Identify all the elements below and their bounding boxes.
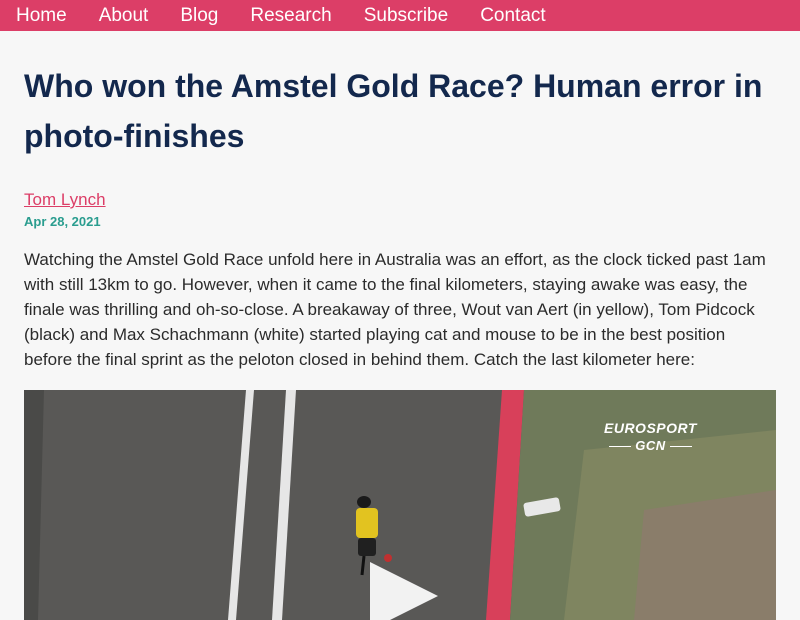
- top-navigation: Home About Blog Research Subscribe Conta…: [0, 0, 800, 31]
- video-player[interactable]: EUROSPORT GCN: [24, 390, 776, 620]
- author-link[interactable]: Tom Lynch: [24, 190, 106, 210]
- nav-subscribe-link[interactable]: Subscribe: [364, 0, 449, 31]
- broadcaster-logo: EUROSPORT GCN: [604, 420, 697, 453]
- nav-home-link[interactable]: Home: [16, 0, 67, 31]
- article-title: Who won the Amstel Gold Race? Human erro…: [24, 68, 763, 154]
- eurosport-logo-text: EUROSPORT: [604, 420, 697, 436]
- nav-about-link[interactable]: About: [99, 0, 149, 31]
- nav-research-link[interactable]: Research: [250, 0, 331, 31]
- play-icon[interactable]: [370, 562, 438, 620]
- publish-date: Apr 28, 2021: [24, 214, 101, 229]
- gcn-logo-text: GCN: [635, 438, 666, 453]
- nav-contact-link[interactable]: Contact: [480, 0, 545, 31]
- logo-divider: [669, 446, 692, 448]
- logo-divider: [609, 446, 632, 448]
- article: Who won the Amstel Gold Race? Human erro…: [0, 61, 800, 620]
- article-intro-paragraph: Watching the Amstel Gold Race unfold her…: [24, 250, 766, 369]
- nav-blog-link[interactable]: Blog: [180, 0, 218, 31]
